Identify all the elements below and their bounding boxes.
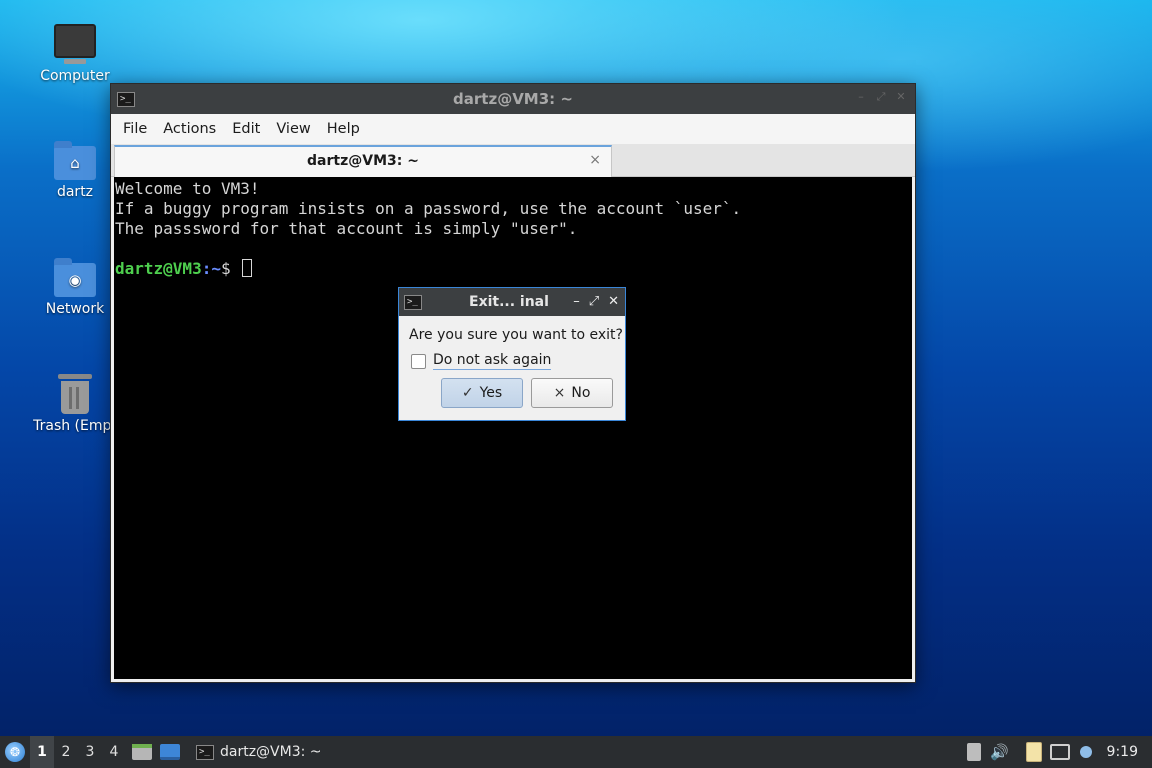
tab-close-icon[interactable]: × (589, 152, 601, 168)
workspace-1[interactable]: 1 (30, 736, 54, 768)
checkbox-box[interactable] (411, 353, 426, 369)
file-manager-launcher[interactable] (130, 736, 154, 768)
removable-media-icon (966, 743, 981, 761)
menu-bar: File Actions Edit View Help (111, 114, 915, 144)
tab-terminal[interactable]: dartz@VM3: ~ × (114, 145, 612, 177)
taskbar: ❂ 1 2 3 4 >_ dartz@VM3: ~ 🔊 9:19 (0, 736, 1152, 768)
menu-view[interactable]: View (268, 121, 318, 137)
terminal-line: The passsword for that account is simply… (115, 219, 578, 238)
prompt-user-host: dartz@VM3 (115, 259, 202, 278)
yes-button-label: Yes (479, 385, 503, 401)
tray-item-storage[interactable] (961, 736, 987, 768)
terminal-app-icon: >_ (196, 744, 214, 760)
trash-icon (58, 374, 92, 414)
taskbar-task-terminal[interactable]: >_ dartz@VM3: ~ (192, 736, 326, 768)
window-titlebar[interactable]: >_ dartz@VM3: ~ – ⤢ ✕ (111, 84, 915, 114)
workspace-4[interactable]: 4 (102, 736, 126, 768)
dialog-title: Exit... inal (469, 294, 549, 310)
tray-item-clipboard[interactable] (1021, 736, 1047, 768)
update-notifier-icon (1079, 746, 1092, 758)
terminal-line: Welcome to VM3! (115, 179, 260, 198)
no-button[interactable]: × No (531, 378, 613, 408)
prompt-path: ~ (211, 259, 221, 278)
volume-icon: 🔊 (990, 743, 1009, 761)
network-folder-icon: ◉ (54, 258, 96, 297)
show-desktop-button[interactable] (158, 736, 182, 768)
terminal-output[interactable]: Welcome to VM3! If a buggy program insis… (114, 177, 912, 679)
tray-item-network[interactable] (1047, 736, 1073, 768)
terminal-app-icon: >_ (404, 294, 422, 310)
dialog-titlebar[interactable]: >_ Exit... inal – ⤢ ✕ (399, 288, 625, 316)
clipboard-icon (1025, 742, 1042, 762)
desktop-icon-home[interactable]: ⌂ dartz (29, 141, 121, 200)
cross-icon: × (553, 385, 566, 401)
desktop-icon-network[interactable]: ◉ Network (29, 258, 121, 317)
maximize-icon[interactable]: ⤢ (589, 294, 599, 309)
desktop-icon-label: Trash (Empt (33, 418, 117, 434)
minimize-icon[interactable]: – (573, 294, 580, 309)
terminal-app-icon[interactable]: >_ (117, 91, 135, 107)
workspace-2[interactable]: 2 (54, 736, 78, 768)
minimize-icon[interactable]: – (855, 91, 867, 103)
desktop-icon-label: Network (45, 301, 105, 317)
menu-help[interactable]: Help (319, 121, 368, 137)
tray-item-volume[interactable]: 🔊 (987, 736, 1013, 768)
desktop-icon-trash[interactable]: Trash (Empt (29, 374, 121, 434)
text-cursor (242, 259, 253, 277)
computer-icon (54, 24, 96, 64)
do-not-ask-checkbox[interactable]: Do not ask again (411, 352, 552, 370)
check-icon: ✓ (461, 385, 474, 401)
menu-file[interactable]: File (115, 121, 155, 137)
exit-dialog: >_ Exit... inal – ⤢ ✕ Are you sure you w… (398, 287, 626, 421)
show-desktop-icon (160, 744, 180, 760)
file-manager-icon (132, 744, 152, 760)
desktop-icon-label: Computer (40, 68, 110, 84)
home-folder-icon: ⌂ (54, 141, 96, 180)
network-icon (1049, 744, 1070, 760)
close-icon[interactable]: ✕ (895, 91, 907, 103)
terminal-prompt: dartz@VM3:~$ (115, 259, 912, 279)
prompt-separator: : (201, 259, 212, 278)
clock[interactable]: 9:19 (1099, 744, 1152, 760)
yes-button[interactable]: ✓ Yes (441, 378, 523, 408)
desktop-icon-computer[interactable]: Computer (29, 24, 121, 84)
maximize-icon[interactable]: ⤢ (875, 91, 887, 103)
checkbox-label[interactable]: Do not ask again (433, 352, 552, 370)
no-button-label: No (571, 385, 591, 401)
window-title: dartz@VM3: ~ (453, 90, 573, 108)
terminal-line: If a buggy program insists on a password… (115, 199, 742, 218)
task-label: dartz@VM3: ~ (220, 744, 322, 760)
desktop-icon-label: dartz (56, 184, 94, 200)
workspace-3[interactable]: 3 (78, 736, 102, 768)
system-tray: 🔊 9:19 (961, 736, 1152, 768)
tab-strip: dartz@VM3: ~ × (111, 144, 915, 177)
menu-actions[interactable]: Actions (155, 121, 224, 137)
tab-label: dartz@VM3: ~ (307, 153, 419, 169)
dialog-message: Are you sure you want to exit? (409, 327, 623, 343)
distro-logo-icon: ❂ (5, 742, 25, 762)
start-menu-button[interactable]: ❂ (0, 736, 30, 768)
tray-item-updates[interactable] (1073, 736, 1099, 768)
prompt-symbol: $ (220, 259, 241, 278)
close-icon[interactable]: ✕ (608, 294, 619, 309)
menu-edit[interactable]: Edit (224, 121, 268, 137)
